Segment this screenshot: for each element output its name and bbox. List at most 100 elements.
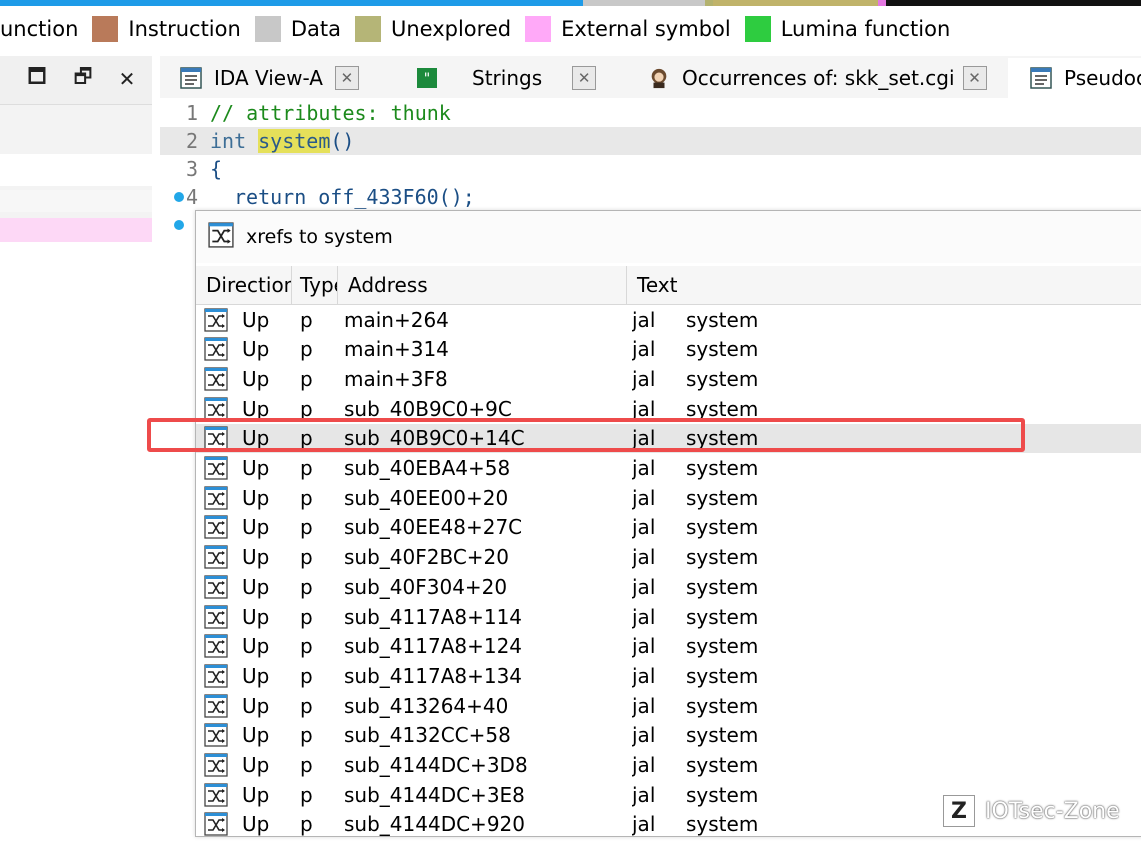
code-symbol[interactable]: off_433F60 <box>318 185 438 209</box>
table-row[interactable]: Up p sub_40EE00+20 jal system <box>196 483 1141 513</box>
tab-label: Occurrences of: skk_set.cgi <box>682 66 955 90</box>
code-line[interactable]: 2 int system () <box>160 127 1141 155</box>
dialog-title-bar[interactable]: xrefs to system <box>196 211 1141 263</box>
xref-icon <box>204 721 228 750</box>
text-op-cell: jal <box>632 693 656 718</box>
type-cell: p <box>300 753 313 777</box>
direction-cell: Up <box>242 693 270 718</box>
direction-cell: Up <box>242 574 270 599</box>
direction-cell: Up <box>242 782 270 807</box>
table-row[interactable]: Up p sub_4132CC+58 jal system <box>196 721 1141 751</box>
text-target-cell: system <box>686 337 759 362</box>
text-op-cell: jal <box>632 782 656 807</box>
code-line[interactable]: 4 return off_433F60 (); <box>160 183 1141 211</box>
table-row[interactable]: Up p sub_4144DC+3D8 jal system <box>196 751 1141 781</box>
text-op-cell: jal <box>632 456 656 480</box>
tab-strings[interactable]: " Strings ✕ <box>416 58 597 98</box>
nav-band-data-seg <box>583 0 705 6</box>
address-cell: sub_4144DC+3E8 <box>344 782 525 807</box>
panel-row-selected[interactable] <box>0 218 152 242</box>
table-row[interactable]: Up p sub_4117A8+124 jal system <box>196 632 1141 662</box>
table-row[interactable]: Up p sub_40EE48+27C jal system <box>196 513 1141 543</box>
address-cell: sub_4117A8+124 <box>344 634 523 659</box>
type-cell: p <box>300 307 313 332</box>
maximize-icon[interactable]: 🗖 <box>24 64 50 92</box>
function-name[interactable]: system <box>258 129 331 153</box>
tab-pseudocode[interactable]: Pseudoc <box>1008 58 1141 98</box>
legend-label: unction <box>0 17 79 41</box>
restore-icon[interactable]: 🗗 <box>70 64 96 92</box>
column-header-type[interactable]: Type <box>292 266 338 304</box>
xref-icon <box>204 513 228 542</box>
pseudocode-icon <box>1030 67 1052 89</box>
panel-row[interactable] <box>0 154 152 186</box>
table-row[interactable]: Up p main+264 jal system <box>196 305 1141 335</box>
column-header-direction[interactable]: Direction <box>196 266 292 304</box>
xref-icon <box>204 364 228 393</box>
text-target-cell: system <box>686 663 759 688</box>
xref-icon <box>204 335 228 364</box>
dialog-title: xrefs to system <box>246 226 393 248</box>
address-cell: sub_40F2BC+20 <box>344 545 510 570</box>
disassembly-icon <box>180 67 202 89</box>
direction-cell: Up <box>242 663 270 688</box>
address-cell: main+264 <box>344 307 449 332</box>
column-header-text[interactable]: Text <box>627 266 1141 304</box>
watermark-text: IOTsec-Zone <box>985 798 1120 824</box>
table-row[interactable]: Up p sub_40F2BC+20 jal system <box>196 543 1141 573</box>
type-cell: p <box>300 456 313 480</box>
text-op-cell: jal <box>632 663 656 688</box>
close-icon[interactable]: ✕ <box>114 66 140 92</box>
table-row[interactable]: Up p sub_413264+40 jal system <box>196 691 1141 721</box>
svg-text:": " <box>424 71 430 87</box>
text-op-cell: jal <box>632 366 656 391</box>
navigation-band[interactable] <box>0 0 1141 6</box>
table-row[interactable]: Up p sub_4117A8+134 jal system <box>196 661 1141 691</box>
table-row[interactable]: Up p sub_40F304+20 jal system <box>196 572 1141 602</box>
tab-ida-view-a[interactable]: IDA View-A ✕ <box>180 58 359 98</box>
tab-occurrences[interactable]: Occurrences of: skk_set.cgi ✕ <box>648 58 987 98</box>
text-op-cell: jal <box>632 604 656 629</box>
legend-swatch <box>92 16 119 42</box>
code-line[interactable]: 3 { <box>160 155 1141 183</box>
address-cell: sub_40F304+20 <box>344 574 508 599</box>
table-row[interactable]: Up p main+3F8 jal system <box>196 364 1141 394</box>
xref-icon <box>204 543 228 572</box>
type-cell: p <box>300 485 313 510</box>
nav-band-unexplored-seg <box>705 0 713 6</box>
tab-label: IDA View-A <box>214 66 323 90</box>
direction-cell: Up <box>242 753 270 777</box>
text-op-cell: jal <box>632 485 656 510</box>
address-cell: sub_4132CC+58 <box>344 723 511 748</box>
panel-row[interactable] <box>0 190 152 212</box>
code-type: int <box>210 129 247 153</box>
code-line[interactable]: 1 // attributes: thunk <box>160 99 1141 127</box>
breakpoint-dot[interactable] <box>174 192 184 202</box>
address-cell: sub_4117A8+114 <box>344 604 523 629</box>
type-cell: p <box>300 693 313 718</box>
legend-label: External symbol <box>561 17 731 41</box>
xref-icon <box>204 454 228 483</box>
table-header: Direction Type Address Text <box>196 266 1141 305</box>
type-cell: p <box>300 366 313 391</box>
breakpoint-dot[interactable] <box>174 220 184 230</box>
table-row[interactable]: Up p sub_40EBA4+58 jal system <box>196 454 1141 484</box>
type-cell: p <box>300 723 313 748</box>
tab-close-icon[interactable]: ✕ <box>962 66 987 90</box>
legend-item-data: Data <box>254 16 355 42</box>
column-header-address[interactable]: Address <box>338 266 627 304</box>
nav-band-external-seg <box>878 0 886 6</box>
table-row[interactable]: Up p sub_4117A8+114 jal system <box>196 602 1141 632</box>
direction-cell: Up <box>242 545 270 570</box>
text-target-cell: system <box>686 693 759 718</box>
nav-band-unexplored-seg-2 <box>713 0 878 6</box>
text-target-cell: system <box>686 574 759 599</box>
tab-close-icon[interactable]: ✕ <box>334 66 359 90</box>
xref-icon <box>204 751 228 780</box>
direction-cell: Up <box>242 337 270 362</box>
tab-close-icon[interactable]: ✕ <box>572 66 597 90</box>
color-legend: unction Instruction Data Unexplored Exte… <box>0 12 964 46</box>
text-op-cell: jal <box>632 753 656 777</box>
table-row[interactable]: Up p main+314 jal system <box>196 335 1141 365</box>
text-target-cell: system <box>686 604 759 629</box>
